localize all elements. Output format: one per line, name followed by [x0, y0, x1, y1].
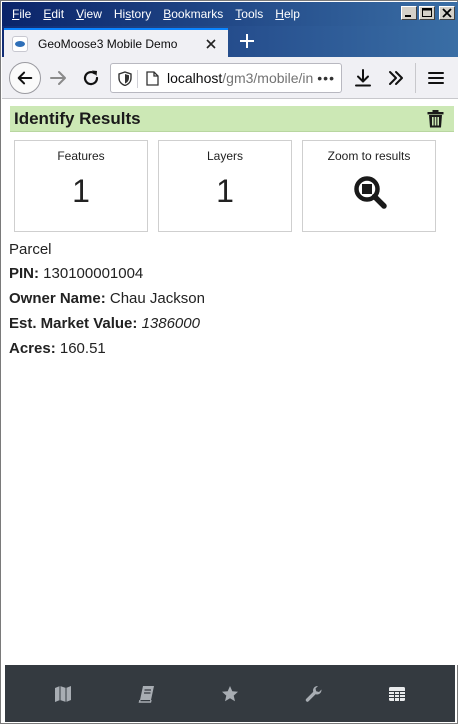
- close-window-button[interactable]: [439, 6, 455, 20]
- download-icon[interactable]: [354, 68, 372, 88]
- menu-bookmarks[interactable]: Bookmarks: [157, 3, 229, 25]
- layers-label: Layers: [206, 149, 244, 163]
- tab-strip: GeoMoose3 Mobile Demo: [2, 26, 458, 57]
- arrow-right-icon[interactable]: [48, 68, 68, 88]
- window-controls: [401, 6, 455, 20]
- maximize-icon: [422, 8, 432, 17]
- menu-history[interactable]: History: [108, 3, 157, 25]
- url-separator: [137, 70, 138, 88]
- tab-geomoose[interactable]: GeoMoose3 Mobile Demo: [4, 28, 228, 57]
- geomoose-favicon-icon: [12, 35, 28, 52]
- back-button[interactable]: [9, 62, 41, 94]
- maximize-button[interactable]: [419, 6, 435, 20]
- new-tab-icon[interactable]: [238, 32, 256, 50]
- minimize-icon: [405, 15, 411, 17]
- book-icon[interactable]: [138, 685, 156, 703]
- nav-divider: [415, 63, 416, 93]
- nav-bar: localhost/gm3/mobile/in •••: [2, 57, 458, 99]
- url-text[interactable]: localhost/gm3/mobile/in: [167, 70, 313, 86]
- attr-acres: Acres: 160.51: [9, 340, 106, 357]
- zoom-to-results-button[interactable]: Zoom to results: [302, 140, 436, 232]
- menu-bar: File Edit View History Bookmarks Tools H…: [2, 2, 458, 26]
- minimize-button[interactable]: [401, 6, 417, 20]
- features-count: 1: [72, 173, 90, 209]
- features-label: Features: [57, 149, 105, 163]
- features-count-box: Features 1: [14, 140, 148, 232]
- hamburger-menu-icon[interactable]: [427, 69, 445, 87]
- table-icon[interactable]: [388, 685, 406, 703]
- close-icon: [442, 8, 452, 18]
- page-actions-button[interactable]: •••: [317, 70, 335, 86]
- identify-results-title: Identify Results: [14, 108, 141, 128]
- menu-help[interactable]: Help: [269, 3, 306, 25]
- search-zoom-icon: [354, 176, 387, 209]
- arrow-left-icon: [17, 71, 33, 85]
- zoom-to-results-label: Zoom to results: [327, 149, 411, 163]
- menu-file[interactable]: File: [6, 3, 37, 25]
- browser-window: File Edit View History Bookmarks Tools H…: [0, 0, 458, 724]
- layers-count: 1: [216, 173, 234, 209]
- page-icon[interactable]: [146, 71, 159, 86]
- layer-name: Parcel: [9, 241, 52, 258]
- wrench-icon[interactable]: [305, 685, 323, 703]
- star-icon[interactable]: [221, 685, 239, 703]
- attr-market-value: Est. Market Value: 1386000: [9, 315, 200, 332]
- url-bar[interactable]: localhost/gm3/mobile/in •••: [110, 63, 342, 93]
- layers-count-box: Layers 1: [158, 140, 292, 232]
- shield-icon[interactable]: [118, 71, 132, 86]
- identify-results-header: Identify Results: [10, 106, 454, 132]
- bottom-toolbar: [5, 665, 455, 722]
- overflow-chevron-icon[interactable]: [386, 68, 406, 88]
- menu-tools[interactable]: Tools: [229, 3, 269, 25]
- menu-view[interactable]: View: [70, 3, 108, 25]
- menu-edit[interactable]: Edit: [37, 3, 70, 25]
- map-icon[interactable]: [54, 685, 72, 703]
- reload-icon[interactable]: [81, 68, 101, 88]
- attr-pin: PIN: 130100001004: [9, 265, 144, 282]
- tab-title: GeoMoose3 Mobile Demo: [38, 36, 178, 51]
- tab-close-icon[interactable]: [204, 37, 218, 51]
- trash-icon[interactable]: [427, 110, 444, 128]
- page-content: Identify Results Features 1 Layers 1 Zoo…: [2, 99, 458, 665]
- attr-owner-name: Owner Name: Chau Jackson: [9, 290, 205, 307]
